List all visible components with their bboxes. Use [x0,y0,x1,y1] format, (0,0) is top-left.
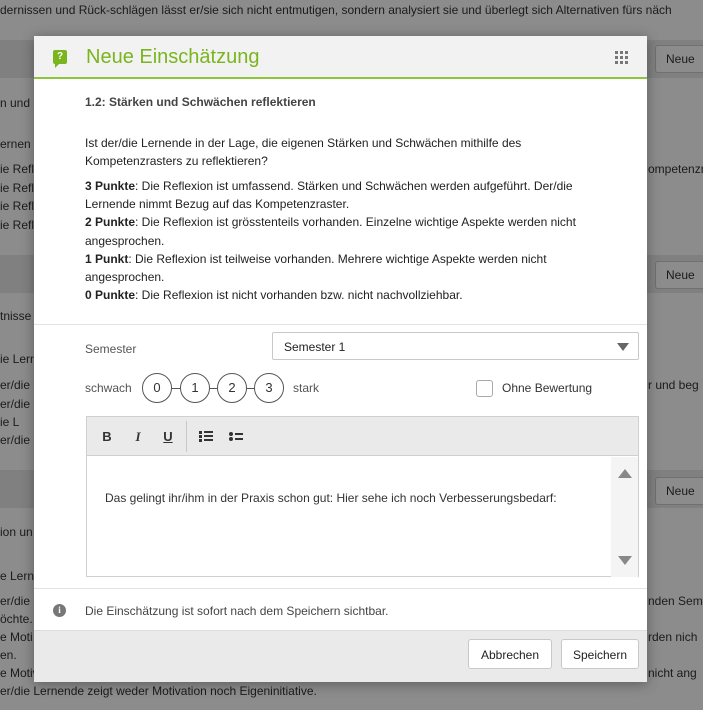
cancel-button[interactable]: Abbrechen [468,639,552,669]
editor-scrollbar[interactable] [611,457,638,577]
info-icon: i [53,604,66,617]
underline-button[interactable]: U [160,429,176,444]
points-item-0: 0 Punkte: Die Reflexion ist nicht vorhan… [85,286,615,304]
toolbar-divider [186,421,187,452]
scroll-down-icon[interactable] [618,556,632,565]
comment-textarea[interactable]: Das gelingt ihr/ihm in der Praxis schon … [105,491,557,505]
grip-dots-icon[interactable] [615,51,629,65]
points-item-3: 3 Punkte: Die Reflexion ist umfassend. S… [85,177,615,213]
points-label: 0 Punkte [85,288,136,303]
rating-option-3[interactable]: 3 [254,373,284,403]
editor-toolbar: B I U [87,417,638,456]
points-text: : Die Reflexion ist teilweise vorhanden.… [85,251,547,285]
rating-option-2[interactable]: 2 [217,373,247,403]
points-text: : Die Reflexion ist umfassend. Stärken u… [85,179,573,212]
bullet-list-icon[interactable] [229,431,243,442]
semester-value: Semester 1 [284,340,346,354]
save-button[interactable]: Speichern [561,639,639,669]
rating-option-1[interactable]: 1 [180,373,210,403]
points-label: 2 Punkte [85,215,136,230]
scale-weak-label: schwach [85,381,132,395]
question-bubble-icon: ? [53,50,67,68]
ordered-list-icon[interactable] [199,431,213,442]
scroll-up-icon[interactable] [618,469,632,478]
no-rating-label[interactable]: Ohne Bewertung [502,381,592,395]
info-message: Die Einschätzung ist sofort nach dem Spe… [85,604,389,618]
points-text: : Die Reflexion ist grösstenteils vorhan… [85,215,576,248]
bold-button[interactable]: B [99,429,115,444]
points-label: 3 Punkte [85,179,136,193]
italic-button[interactable]: I [130,429,146,445]
dialog-footer: Abbrechen Speichern [34,630,647,682]
points-description: 3 Punkte: Die Reflexion ist umfassend. S… [85,177,615,304]
comment-editor: B I U Das gelingt ihr/ihm in der Praxis … [86,416,639,577]
scale-strong-label: stark [293,381,320,395]
dialog-header[interactable]: ? Neue Einschätzung [34,36,647,79]
rating-option-0[interactable]: 0 [142,373,172,403]
criterion-question: Ist der/die Lernende in der Lage, die ei… [85,136,522,168]
chevron-down-icon [617,343,629,351]
points-item-1: 1 Punkt: Die Reflexion ist teilweise vor… [85,250,615,286]
no-rating-checkbox[interactable] [476,380,493,397]
assessment-dialog: ? Neue Einschätzung 1.2: Stärken und Sch… [34,36,647,682]
points-label: 1 Punkt [85,251,129,266]
semester-select[interactable]: Semester 1 [272,332,639,360]
points-item-2: 2 Punkte: Die Reflexion ist grösstenteil… [85,213,615,249]
divider [34,324,647,325]
divider [34,588,647,589]
semester-label: Semester [85,342,137,356]
criterion-title: 1.2: Stärken und Schwächen reflektieren [85,95,316,109]
dialog-title: Neue Einschätzung [86,46,260,68]
points-text: : Die Reflexion ist nicht vorhanden bzw.… [135,288,463,303]
